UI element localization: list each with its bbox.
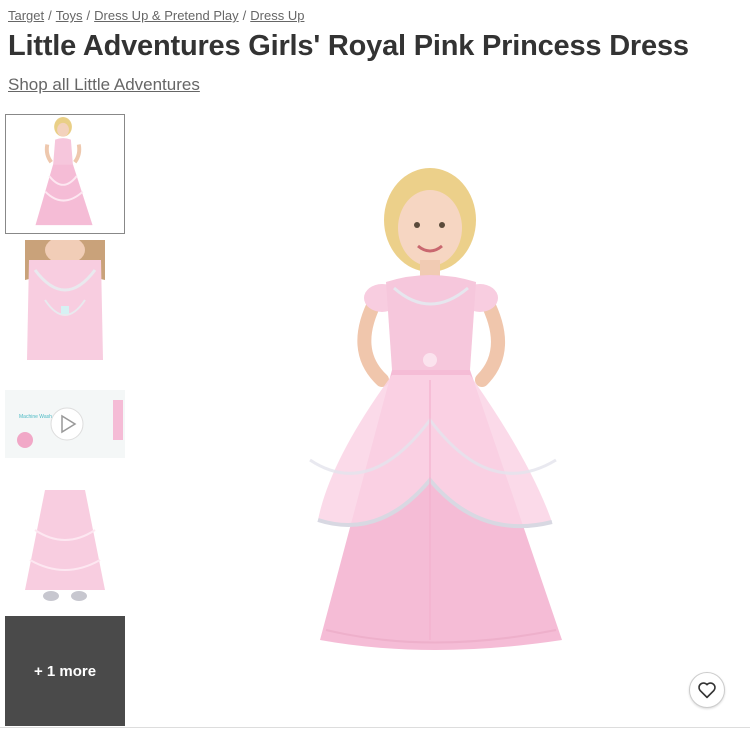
princess-dress-image [309, 168, 562, 650]
breadcrumb: Target / Toys / Dress Up & Pretend Play / Dres… [8, 8, 305, 23]
thumbnail-skirt-detail[interactable] [5, 490, 125, 610]
divider [0, 727, 750, 728]
product-title: Little Adventures Girls' Royal Pink Prin… [8, 30, 689, 62]
thumbnail-video[interactable]: Machine Wash [5, 390, 125, 458]
video-thumbnail-image [5, 390, 125, 458]
video-caption: Machine Wash [19, 414, 52, 420]
main-product-image[interactable] [290, 160, 580, 670]
breadcrumb-link-target[interactable]: Target [8, 8, 44, 23]
more-images-button[interactable]: + 1 more [5, 616, 125, 726]
heart-outline-icon [698, 682, 716, 699]
breadcrumb-link-dress-up-pretend-play[interactable]: Dress Up & Pretend Play [94, 8, 239, 23]
shop-all-brand-link[interactable]: Shop all Little Adventures [8, 75, 200, 95]
dress-thumbnail-image [35, 116, 93, 226]
more-images-label: + 1 more [33, 662, 97, 680]
favorite-button[interactable] [689, 672, 725, 708]
skirt-detail-image [25, 490, 105, 601]
thumbnail-front-view[interactable] [5, 114, 125, 234]
bodice-closeup-image [25, 240, 105, 360]
breadcrumb-link-dress-up[interactable]: Dress Up [250, 8, 304, 23]
thumbnail-bodice-closeup[interactable] [5, 240, 125, 360]
breadcrumb-link-toys[interactable]: Toys [56, 8, 83, 23]
